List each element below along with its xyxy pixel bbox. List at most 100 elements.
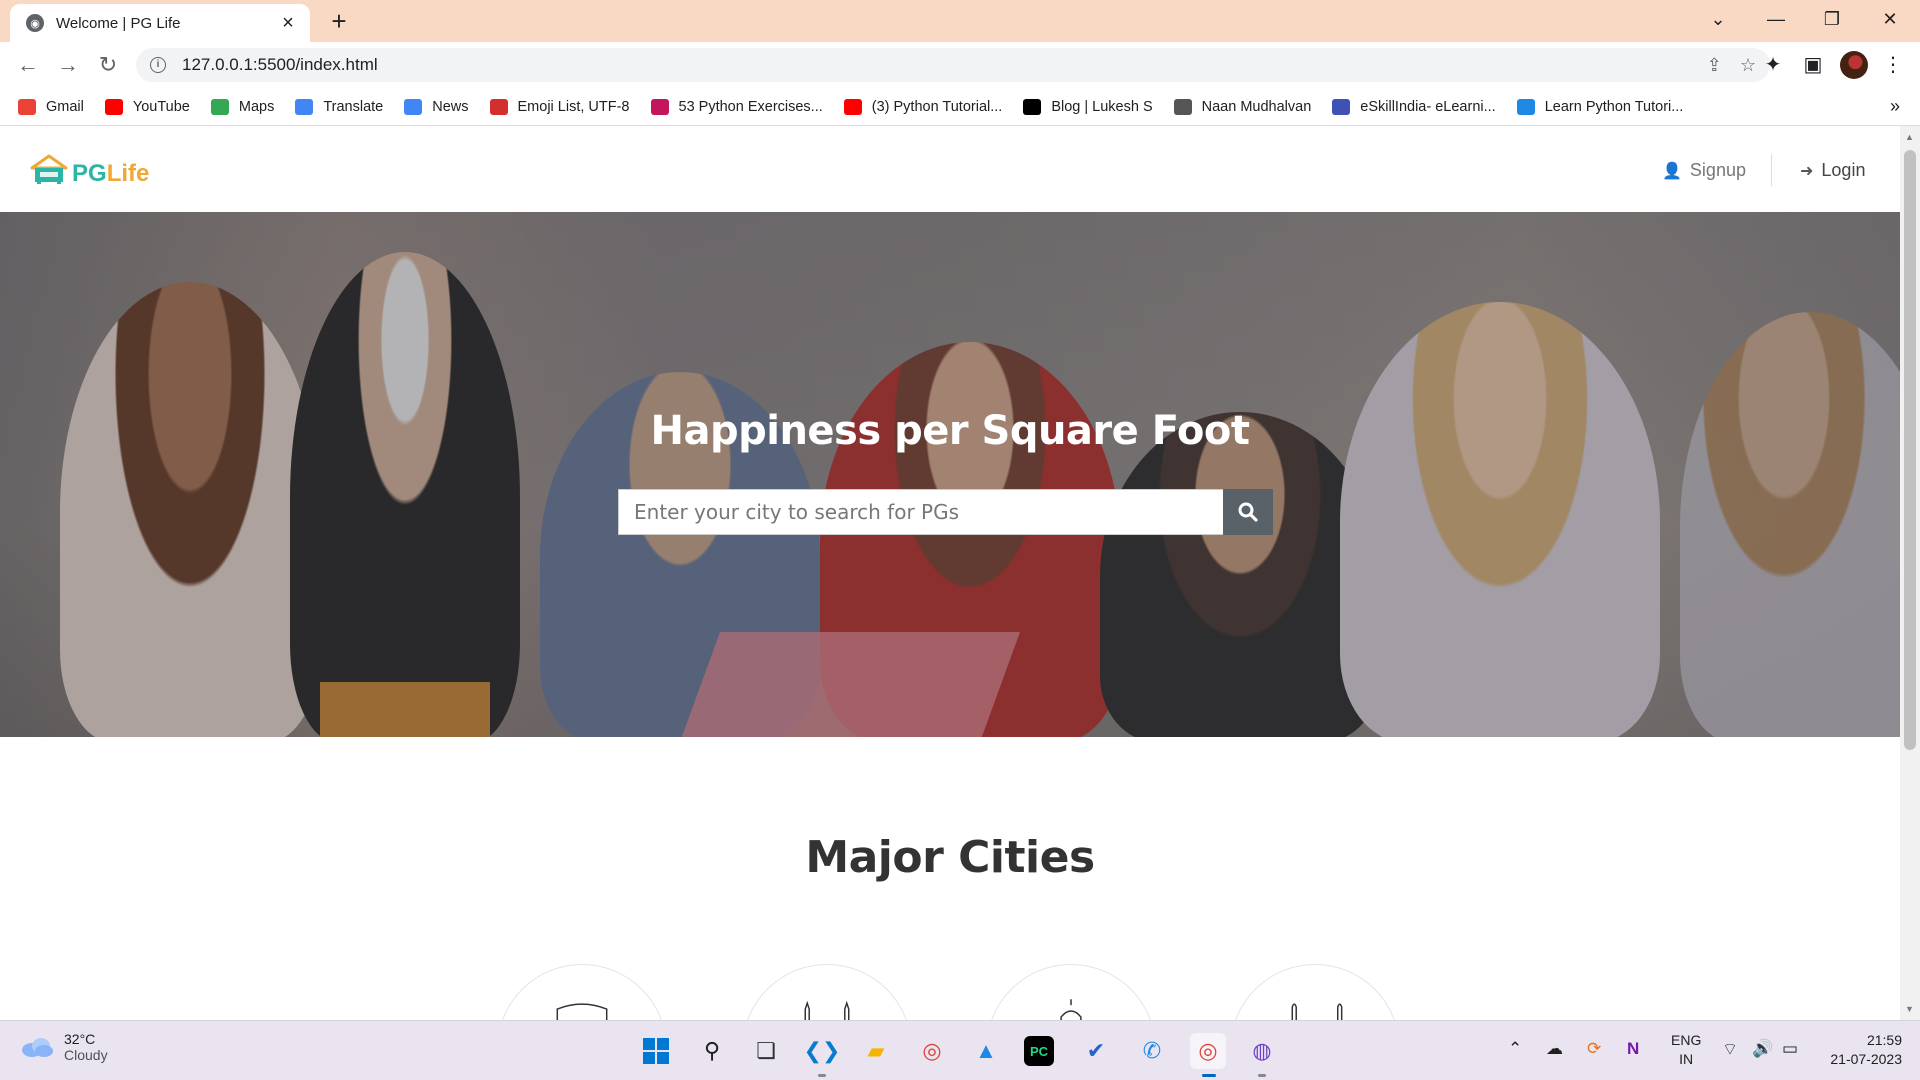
weather-widget[interactable]: 32°C Cloudy [20, 1031, 108, 1063]
bookmark-label: Emoji List, UTF-8 [517, 98, 630, 115]
login-label: Login [1821, 160, 1866, 180]
bookmark-label: Maps [238, 98, 275, 115]
signup-link[interactable]: 👤 Signup [1662, 160, 1746, 181]
volume-icon[interactable]: 🔊 [1752, 1039, 1773, 1059]
github-desktop-icon[interactable]: ◍ [1244, 1033, 1280, 1069]
login-link[interactable]: ➜ Login [1800, 160, 1865, 181]
chrome-icon[interactable]: ◎ [914, 1033, 950, 1069]
city-card-hyderabad[interactable] [1230, 964, 1400, 1020]
wix-icon [1023, 98, 1042, 115]
browser-tab-bar: ◉ Welcome | PG Life × + ⌄ — ❐ ✕ [0, 0, 1920, 42]
bookmark-label: YouTube [132, 98, 190, 115]
app-store-icon[interactable]: ▲ [968, 1033, 1004, 1069]
house-logo-icon [30, 154, 68, 184]
start-windows-icon[interactable] [638, 1033, 674, 1069]
weather-temperature: 32°C [64, 1031, 96, 1047]
major-cities-heading: Major Cities [805, 832, 1095, 883]
bookmark-star-icon[interactable]: ☆ [1740, 55, 1756, 76]
signup-label: Signup [1689, 160, 1746, 180]
chrome-profile-icon[interactable]: ◎ [1190, 1033, 1226, 1069]
logo-life-text: Life [106, 160, 150, 187]
url-text: 127.0.0.1:5500/index.html [182, 55, 378, 74]
scrollbar-thumb[interactable] [1904, 150, 1916, 750]
site-info-icon[interactable]: i [150, 57, 166, 73]
todo-check-icon[interactable]: ✔ [1078, 1033, 1114, 1069]
bookmark-label: Naan Mudhalvan [1201, 98, 1312, 115]
pglife-logo[interactable]: PGLife [28, 152, 149, 186]
bookmark-item[interactable]: Gmail [18, 98, 84, 115]
tab-search-icon[interactable]: ⌄ [1690, 0, 1746, 38]
new-tab-button[interactable]: + [325, 8, 353, 36]
bookmark-item[interactable]: News [404, 98, 469, 115]
region-code: IN [1679, 1051, 1694, 1067]
battery-icon[interactable]: ▭ [1782, 1039, 1798, 1059]
close-tab-icon[interactable]: × [278, 13, 298, 33]
monument-icon [1291, 1003, 1343, 1020]
menu-kebab-icon[interactable]: ⋮ [1879, 51, 1907, 79]
bookmarks-overflow-icon[interactable]: » [1890, 96, 1900, 117]
bookmark-item[interactable]: 53 Python Exercises... [650, 98, 823, 115]
skype-icon[interactable]: ✆ [1134, 1033, 1170, 1069]
city-card-delhi[interactable] [497, 964, 667, 1020]
bookmark-item[interactable]: (3) Python Tutorial... [843, 98, 1002, 115]
onedrive-icon[interactable]: ☁ [1546, 1039, 1563, 1059]
city-card-bengaluru[interactable] [986, 964, 1156, 1020]
weather-condition: Cloudy [64, 1047, 108, 1063]
close-window-button[interactable]: ✕ [1862, 0, 1918, 38]
hero-banner: Happiness per Square Foot [0, 212, 1900, 737]
sync-icon[interactable]: ⟳ [1587, 1039, 1601, 1059]
pycharm-icon[interactable]: PC [1024, 1036, 1054, 1066]
wifi-icon[interactable]: ⌔ [1722, 1039, 1738, 1060]
youtube-icon [843, 98, 862, 115]
gem-icon [650, 98, 669, 115]
city-card-mumbai[interactable] [742, 964, 912, 1020]
file-explorer-icon[interactable]: ▰ [858, 1033, 894, 1069]
browser-tab[interactable]: ◉ Welcome | PG Life × [10, 4, 310, 42]
emblem-icon [1173, 98, 1192, 115]
cloud-icon [22, 1038, 53, 1057]
bookmarks-bar: Gmail YouTube Maps Translate News Emoji List,… [0, 88, 1920, 126]
minimize-button[interactable]: — [1748, 0, 1804, 38]
bookmark-item[interactable]: Learn Python Tutori... [1516, 98, 1684, 115]
tray-overflow-icon[interactable]: ⌃ [1508, 1039, 1522, 1059]
back-button[interactable]: ← [12, 49, 44, 81]
task-view-icon[interactable]: ❏ [748, 1033, 784, 1069]
translate-icon [295, 98, 314, 115]
scroll-up-icon[interactable]: ▲ [1905, 132, 1914, 142]
side-panel-icon[interactable]: ▣ [1799, 51, 1827, 79]
bookmark-item[interactable]: Maps [210, 98, 275, 115]
extensions-icon[interactable]: ✦ [1759, 51, 1787, 79]
site-navbar: PGLife 👤 Signup ➜ Login [0, 126, 1900, 212]
bookmark-item[interactable]: eSkillIndia- eLearni... [1332, 98, 1496, 115]
search-button[interactable] [1223, 489, 1273, 535]
bookmark-label: Learn Python Tutori... [1544, 98, 1684, 115]
bookmark-label: Translate [323, 98, 384, 115]
onenote-icon[interactable]: N [1627, 1039, 1639, 1059]
language-indicator[interactable]: ENG IN [1671, 1031, 1701, 1069]
browser-toolbar: ← → ↻ i 127.0.0.1:5500/index.html ⇪ ☆ ✦ … [0, 42, 1920, 88]
search-taskbar-icon[interactable]: ⚲ [694, 1033, 730, 1069]
bookmark-label: Gmail [46, 98, 84, 115]
bookmark-item[interactable]: Blog | Lukesh S [1023, 98, 1153, 115]
address-bar[interactable]: i 127.0.0.1:5500/index.html ⇪ ☆ [136, 48, 1770, 82]
bookmark-item[interactable]: Emoji List, UTF-8 [489, 98, 630, 115]
app-active-indicator [1202, 1074, 1216, 1077]
app-running-indicator [1258, 1074, 1266, 1077]
share-icon[interactable]: ⇪ [1707, 55, 1722, 76]
vscode-icon[interactable]: ❮❯ [804, 1033, 841, 1069]
search-icon [1238, 502, 1258, 522]
globe-icon: ◉ [26, 14, 44, 32]
bookmark-item[interactable]: YouTube [104, 98, 190, 115]
bookmark-item[interactable]: Translate [295, 98, 384, 115]
page-scrollbar[interactable]: ▲ ▼ [1900, 126, 1920, 1020]
system-clock[interactable]: 21:59 21-07-2023 [1822, 1031, 1902, 1069]
forward-button[interactable]: → [52, 49, 84, 81]
reload-button[interactable]: ↻ [92, 49, 124, 81]
city-search-input[interactable] [618, 489, 1223, 535]
app-running-indicator [818, 1074, 826, 1077]
scroll-down-icon[interactable]: ▼ [1905, 1004, 1914, 1014]
restore-button[interactable]: ❐ [1804, 0, 1860, 38]
windows-taskbar: 32°C Cloudy ⚲ ❏ ❮❯ ▰ ◎ ▲ PC ✔ ✆ ◎ ◍ ⌃ ☁ … [0, 1020, 1920, 1080]
profile-avatar[interactable] [1840, 51, 1868, 79]
bookmark-item[interactable]: Naan Mudhalvan [1173, 98, 1312, 115]
